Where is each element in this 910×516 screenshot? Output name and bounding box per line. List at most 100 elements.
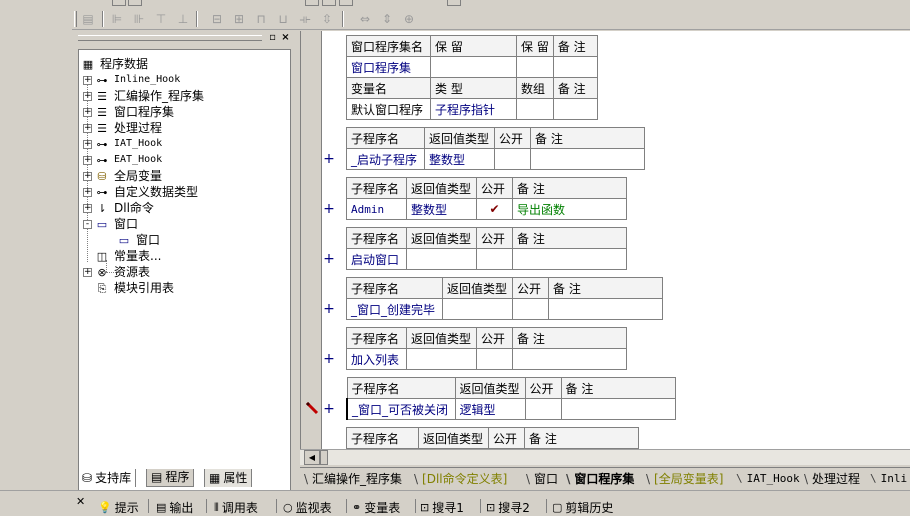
collapse-icon[interactable]: - (83, 219, 92, 229)
expand-icon[interactable]: + (83, 91, 92, 101)
sub-return-cell[interactable]: 逻辑型 (454, 398, 526, 420)
center-in-form-h-icon[interactable]: ⇔ (356, 11, 374, 27)
tree-node[interactable]: + ⛁ 全局变量 (83, 168, 162, 184)
close-icon[interactable]: × (279, 32, 292, 45)
assembly-name-cell[interactable]: 窗口程序集 (346, 56, 431, 78)
toolbar-button[interactable] (305, 0, 319, 6)
expand-icon[interactable]: + (83, 75, 92, 85)
expand-sub-icon[interactable]: + (323, 302, 335, 316)
reserved-cell[interactable] (516, 56, 554, 78)
tree-node[interactable]: ⎘ 模块引用表 (95, 280, 174, 296)
tree-node[interactable]: + ⊶ IAT_Hook (83, 136, 162, 152)
align-right-icon[interactable]: ⊪ (130, 11, 148, 27)
tab-window[interactable]: \ 窗口 (526, 469, 558, 489)
tab-inline-hook[interactable]: \ Inli (870, 469, 907, 489)
toolbar-button[interactable] (322, 0, 336, 6)
expand-icon[interactable]: + (83, 139, 92, 149)
array-cell[interactable] (516, 98, 554, 120)
sub-name-cell[interactable]: _窗口_创建完毕 (346, 298, 443, 320)
tab-clipboard-history[interactable]: ▢ 剪辑历史 (552, 500, 613, 516)
expand-icon[interactable]: + (83, 171, 92, 181)
toolbar-grip[interactable] (74, 11, 77, 27)
tab-global-vars[interactable]: \ [全局变量表] (646, 469, 723, 489)
sub-public-cell[interactable] (494, 148, 531, 170)
sub-note-cell[interactable] (512, 348, 627, 370)
tab-program[interactable]: ▤ 程序 (146, 469, 195, 487)
note-cell[interactable] (552, 98, 598, 120)
sub-public-cell[interactable] (512, 298, 549, 320)
reserved-cell[interactable] (430, 56, 517, 78)
expand-sub-icon[interactable]: + (323, 352, 335, 366)
restore-icon[interactable]: ▫ (266, 32, 279, 45)
center-vertical-icon[interactable]: ⊞ (230, 11, 248, 27)
toolbar-button[interactable] (447, 0, 461, 6)
align-left-icon[interactable]: ⊫ (108, 11, 126, 27)
tab-support-library[interactable]: ⛁ 支持库 (78, 469, 137, 487)
toolbar-button[interactable] (128, 0, 142, 6)
code-editor[interactable]: 窗口程序集名 保 留 保 留 备 注 窗口程序集 变量名 类 型 数组 备 注 … (300, 31, 910, 465)
sub-public-cell[interactable] (476, 248, 513, 270)
same-height-icon[interactable]: ⊔ (274, 11, 292, 27)
tree-node-root[interactable]: ▦ 程序数据 (81, 56, 148, 72)
panel-grip[interactable] (78, 35, 262, 41)
horizontal-scrollbar[interactable]: ◀ (300, 449, 910, 465)
sub-name-cell[interactable]: _窗口_可否被关闭 (346, 398, 456, 420)
sub-public-cell[interactable] (476, 348, 513, 370)
expand-sub-icon[interactable]: + (323, 152, 335, 166)
expand-icon[interactable]: + (83, 123, 92, 133)
align-bottom-icon[interactable]: ⊥ (174, 11, 192, 27)
expand-icon[interactable]: + (83, 267, 92, 277)
scroll-thumb[interactable] (320, 450, 328, 465)
tree-node-child[interactable]: ▭ 窗口 (117, 232, 160, 248)
sub-public-checkmark[interactable]: ✔ (476, 198, 513, 220)
sub-return-cell[interactable]: 整数型 (406, 198, 477, 220)
tab-search2[interactable]: ⊡ 搜寻2 (486, 500, 530, 516)
tab-output[interactable]: ▤ 输出 (156, 500, 193, 516)
space-vertical-icon[interactable]: ⇳ (318, 11, 336, 27)
sub-note-cell[interactable] (560, 398, 676, 420)
expand-icon[interactable]: + (83, 187, 92, 197)
sub-name-cell[interactable]: 加入列表 (346, 348, 407, 370)
sub-note-cell[interactable]: 导出函数 (512, 198, 627, 220)
variable-type-cell[interactable]: 子程序指针 (430, 98, 517, 120)
align-top-icon[interactable]: ⊤ (152, 11, 170, 27)
expand-sub-icon[interactable]: + (323, 202, 335, 216)
tab-hint[interactable]: 💡 提示 (98, 500, 139, 516)
scroll-left-icon[interactable]: ◀ (304, 450, 320, 465)
center-in-form-v-icon[interactable]: ⇕ (378, 11, 396, 27)
sub-name-cell[interactable]: _启动子程序 (346, 148, 425, 170)
space-horizontal-icon[interactable]: ⟛ (296, 11, 314, 27)
tree-node[interactable]: + ⊶ EAT_Hook (83, 152, 162, 168)
expand-icon[interactable]: + (83, 203, 92, 213)
sub-name-cell[interactable]: Admin (346, 198, 407, 220)
tab-process[interactable]: \ 处理过程 (804, 469, 860, 489)
sub-note-cell[interactable] (512, 248, 627, 270)
tab-call-stack[interactable]: ⦀ 调用表 (214, 500, 258, 516)
same-width-icon[interactable]: ⊓ (252, 11, 270, 27)
sub-return-cell[interactable] (406, 348, 477, 370)
toolbar-button[interactable] (339, 0, 353, 6)
tab-watch[interactable]: ○ 监视表 (283, 500, 332, 516)
toolbar-button[interactable] (112, 0, 126, 6)
tree-node[interactable]: + ⇂ Dll命令 (83, 200, 154, 216)
sub-name-cell[interactable]: 启动窗口 (346, 248, 407, 270)
tree-node[interactable]: + ⊗ 资源表 (83, 264, 150, 280)
close-icon[interactable]: ✕ (76, 495, 85, 508)
sub-return-cell[interactable] (442, 298, 513, 320)
tab-window-assembly[interactable]: \ 窗口程序集 (566, 469, 634, 489)
center-in-form-icon[interactable]: ⊕ (400, 11, 418, 27)
note-cell[interactable] (552, 56, 598, 78)
tab-dll-table[interactable]: \ [Dll命令定义表] (414, 469, 507, 489)
tab-asm-assembly[interactable]: \ 汇编操作_程序集 (304, 469, 402, 489)
expand-icon[interactable]: + (83, 155, 92, 165)
tree-node[interactable]: ◫ 常量表... (95, 248, 162, 264)
tree-node[interactable]: + ⊶ 自定义数据类型 (83, 184, 198, 200)
expand-sub-icon[interactable]: + (323, 402, 335, 416)
tree-node[interactable]: + ☰ 窗口程序集 (83, 104, 174, 120)
sub-return-cell[interactable] (406, 248, 477, 270)
tab-properties[interactable]: ▦ 属性 (204, 469, 253, 487)
center-horizontal-icon[interactable]: ⊟ (208, 11, 226, 27)
sub-note-cell[interactable] (530, 148, 645, 170)
tab-search1[interactable]: ⊡ 搜寻1 (420, 500, 464, 516)
variable-name-cell[interactable]: 默认窗口程序 (346, 98, 431, 120)
